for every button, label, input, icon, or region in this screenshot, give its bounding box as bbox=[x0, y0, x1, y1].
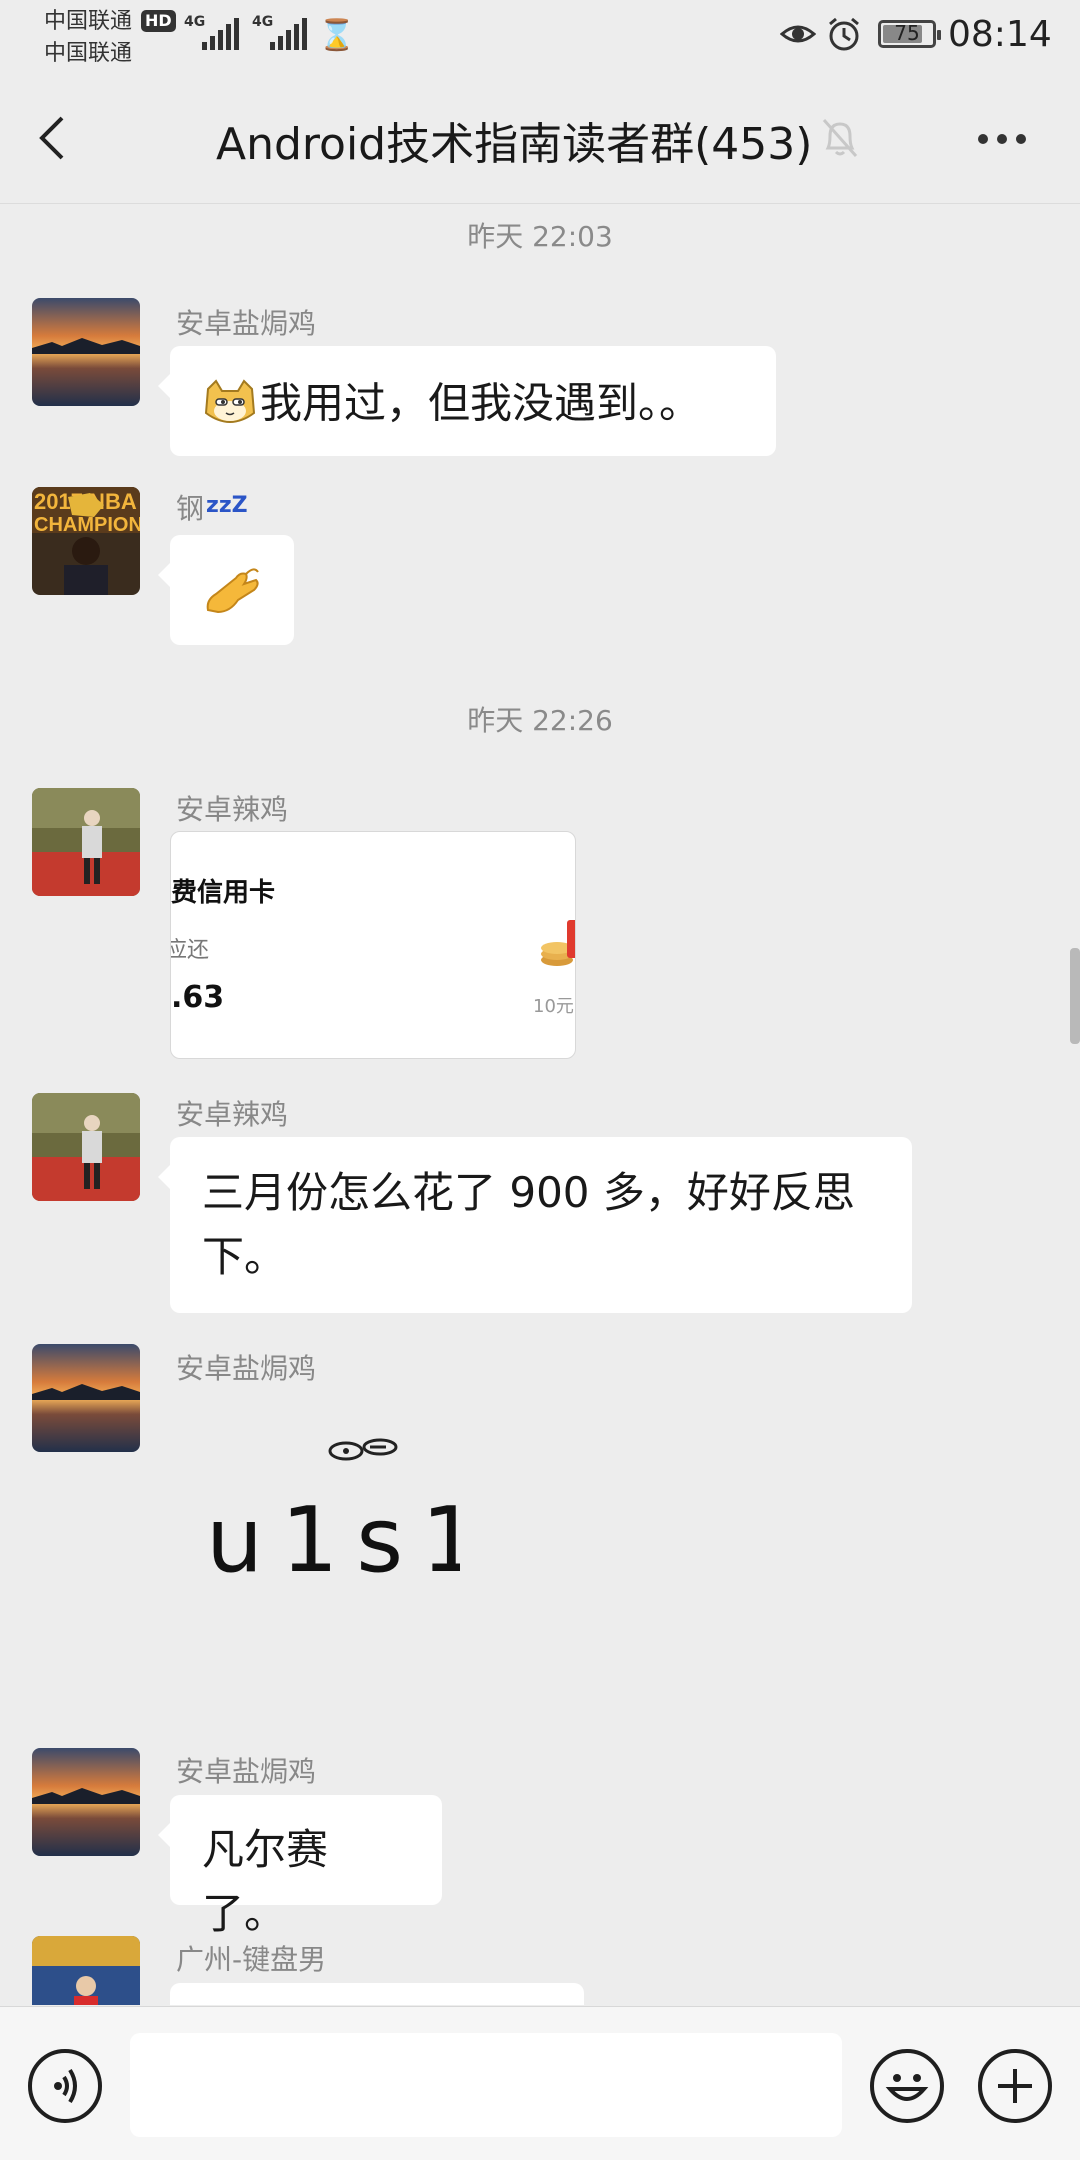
avatar[interactable] bbox=[32, 1936, 140, 2005]
emoji-icon[interactable] bbox=[870, 2049, 944, 2123]
avatar[interactable] bbox=[32, 298, 140, 406]
muted-bell-icon bbox=[822, 119, 858, 157]
carrier-name-1: 中国联通 bbox=[44, 9, 133, 34]
sender-name: 安卓辣鸡 bbox=[176, 1098, 289, 1131]
message-bubble[interactable]: 三月份怎么花了 900 多，好好反思 下。 bbox=[158, 1137, 912, 1313]
message-bubble[interactable] bbox=[170, 1983, 584, 2005]
avatar[interactable]: 2017 NBA CHAMPIONS bbox=[32, 487, 140, 595]
timestamp: 昨天 22:26 bbox=[467, 704, 613, 737]
avatar[interactable] bbox=[32, 1748, 140, 1856]
svg-text:CHAMPIONS: CHAMPIONS bbox=[34, 514, 140, 536]
battery-icon: 75 bbox=[878, 20, 941, 48]
avatar[interactable] bbox=[32, 1344, 140, 1452]
chat-title: Android技术指南读者群(453) bbox=[216, 119, 813, 170]
chat-header: Android技术指南读者群(453) bbox=[0, 70, 1080, 204]
clock: 08:14 bbox=[948, 14, 1052, 55]
card-label: 应还 bbox=[171, 938, 210, 963]
card-reward: 10元 bbox=[533, 996, 574, 1017]
hd-badge: HD bbox=[141, 10, 176, 32]
credit-card-share-card[interactable]: 费信用卡 应还 .63 10元 bbox=[170, 831, 576, 1059]
sticker-text: u1s1 bbox=[206, 1488, 460, 1591]
sender-name: 钢zzZ bbox=[176, 492, 248, 525]
message-text-line: 下。 bbox=[202, 1232, 287, 1281]
message-text-line: 三月份怎么花了 900 多，好好反思 bbox=[202, 1168, 855, 1217]
back-arrow-icon[interactable] bbox=[30, 110, 80, 166]
sticker[interactable]: u1s1 bbox=[200, 1431, 478, 1593]
message-bubble[interactable]: 我用过，但我没遇到。。 bbox=[158, 346, 776, 456]
sender-name: 安卓辣鸡 bbox=[176, 793, 289, 826]
message-list[interactable]: 昨天 22:03 安卓盐焗鸡 我用过，但我没遇到。。 2017 NBA CHAM… bbox=[0, 205, 1080, 2005]
message-text: 我用过，但我没遇到。。 bbox=[260, 378, 702, 428]
scroll-indicator[interactable] bbox=[1070, 948, 1080, 1044]
sender-name: 安卓盐焗鸡 bbox=[176, 1755, 317, 1788]
plus-icon[interactable] bbox=[978, 2049, 1052, 2123]
sender-name: 安卓盐焗鸡 bbox=[176, 307, 317, 340]
more-icon[interactable] bbox=[972, 122, 1032, 152]
timestamp: 昨天 22:03 bbox=[467, 220, 613, 253]
pinching-hand-emoji bbox=[206, 568, 259, 614]
coin-icon bbox=[541, 920, 575, 966]
status-bar: 中国联通 中国联通 HD 4G 4G ⌛ 75 08:14 bbox=[44, 9, 1052, 66]
message-bubble[interactable] bbox=[158, 535, 294, 645]
message-bubble[interactable]: 凡尔赛了。 bbox=[158, 1795, 442, 1938]
eyes-doodle-icon: u1s1 bbox=[206, 1438, 478, 1593]
card-amount: .63 bbox=[171, 980, 225, 1015]
carrier-name-2: 中国联通 bbox=[44, 41, 133, 66]
card-title: 费信用卡 bbox=[171, 878, 276, 908]
message-input[interactable] bbox=[130, 2033, 842, 2137]
sender-name: 广州-键盘男 bbox=[176, 1943, 327, 1976]
input-bar bbox=[0, 2006, 1080, 2160]
voice-icon[interactable] bbox=[28, 2049, 102, 2123]
avatar[interactable] bbox=[32, 1093, 140, 1201]
hourglass-icon: ⌛ bbox=[318, 18, 356, 53]
eye-icon bbox=[780, 25, 816, 43]
avatar[interactable] bbox=[32, 788, 140, 896]
sender-name: 安卓盐焗鸡 bbox=[176, 1352, 317, 1385]
cat-face-emoji bbox=[204, 378, 256, 423]
message-text: 凡尔赛了。 bbox=[202, 1825, 329, 1938]
alarm-icon bbox=[829, 17, 859, 51]
